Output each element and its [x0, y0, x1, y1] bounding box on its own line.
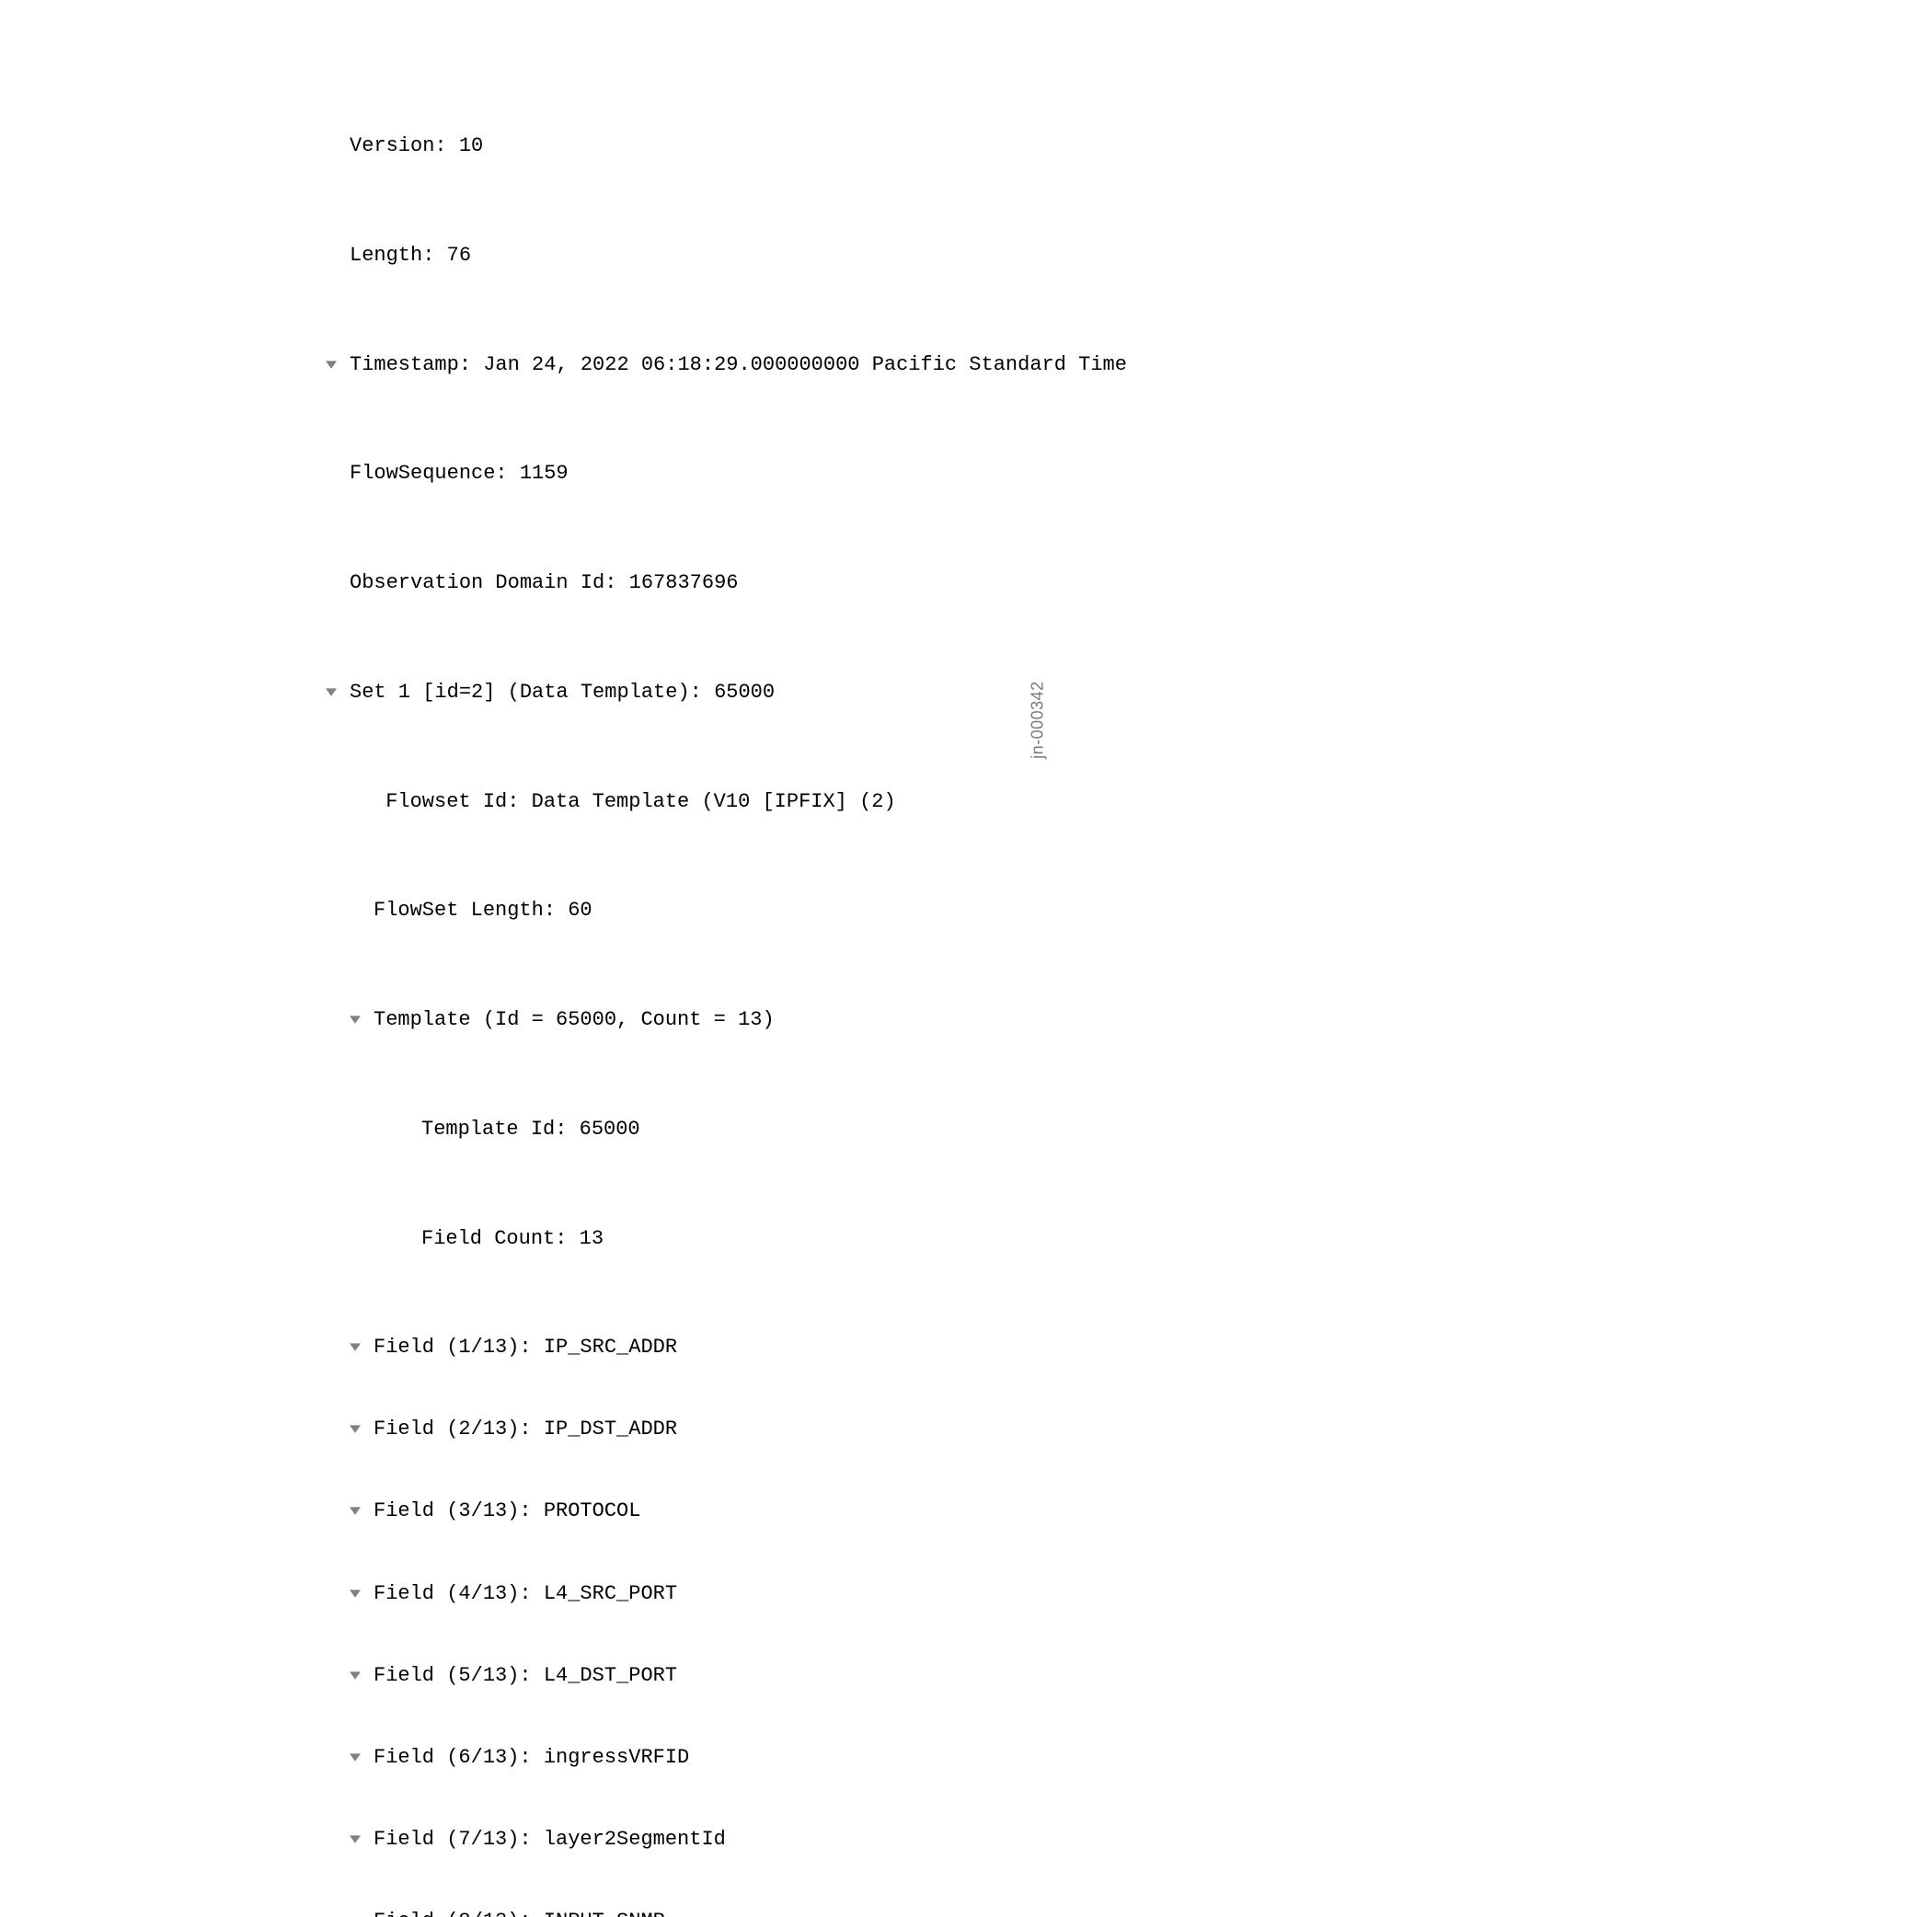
disclosure-triangle-icon[interactable]	[326, 686, 350, 701]
row-timestamp[interactable]: Timestamp: Jan 24, 2022 06:18:29.0000000…	[326, 351, 1127, 379]
field-field-count: Field Count: 13	[421, 1225, 604, 1253]
field-template-id: Template Id: 65000	[421, 1116, 640, 1143]
row-length[interactable]: Length: 76	[326, 242, 1127, 270]
field-obsdomain: Observation Domain Id: 167837696	[350, 569, 738, 597]
disclosure-triangle-icon[interactable]	[350, 1423, 374, 1438]
row-field-7[interactable]: Field (7/13): layer2SegmentId	[326, 1826, 1127, 1854]
field-label: Field (3/13): PROTOCOL	[374, 1498, 640, 1525]
row-field-2[interactable]: Field (2/13): IP_DST_ADDR	[326, 1416, 1127, 1443]
row-field-6[interactable]: Field (6/13): ingressVRFID	[326, 1744, 1127, 1772]
field-label: Field (5/13): L4_DST_PORT	[374, 1662, 677, 1690]
disclosure-triangle-icon[interactable]	[350, 1505, 374, 1520]
row-version[interactable]: Version: 10	[326, 132, 1127, 160]
packet-details-tree: Version: 10 Length: 76 Timestamp: Jan 24…	[326, 51, 1127, 1917]
row-template-id[interactable]: Template Id: 65000	[326, 1116, 1127, 1143]
row-field-5[interactable]: Field (5/13): L4_DST_PORT	[326, 1662, 1127, 1690]
row-field-count[interactable]: Field Count: 13	[326, 1225, 1127, 1253]
field-flowset-length: FlowSet Length: 60	[374, 897, 592, 924]
field-template: Template (Id = 65000, Count = 13)	[374, 1006, 775, 1034]
field-length: Length: 76	[350, 242, 471, 270]
disclosure-triangle-icon[interactable]	[350, 1833, 374, 1848]
row-flowset-id[interactable]: Flowset Id: Data Template (V10 [IPFIX] (…	[326, 788, 1127, 816]
field-version: Version: 10	[350, 132, 483, 160]
disclosure-triangle-icon[interactable]	[326, 359, 350, 373]
row-field-4[interactable]: Field (4/13): L4_SRC_PORT	[326, 1580, 1127, 1608]
disclosure-triangle-icon[interactable]	[350, 1341, 374, 1356]
field-set1: Set 1 [id=2] (Data Template): 65000	[350, 679, 775, 706]
field-label: Field (2/13): IP_DST_ADDR	[374, 1416, 677, 1443]
row-template[interactable]: Template (Id = 65000, Count = 13)	[326, 1006, 1127, 1034]
disclosure-triangle-icon[interactable]	[350, 1670, 374, 1684]
field-label: Field (7/13): layer2SegmentId	[374, 1826, 726, 1854]
field-flowset-id: Flowset Id: Data Template (V10 [IPFIX] (…	[374, 788, 896, 816]
disclosure-triangle-icon[interactable]	[350, 1014, 374, 1028]
row-set1[interactable]: Set 1 [id=2] (Data Template): 65000	[326, 679, 1127, 706]
row-flowset-length[interactable]: FlowSet Length: 60	[326, 897, 1127, 924]
disclosure-triangle-icon[interactable]	[350, 1588, 374, 1602]
field-label: Field (4/13): L4_SRC_PORT	[374, 1580, 677, 1608]
field-flowsequence: FlowSequence: 1159	[350, 460, 569, 488]
disclosure-triangle-icon[interactable]	[350, 1915, 374, 1917]
image-id-watermark: jn-000342	[1027, 681, 1049, 759]
row-field-8[interactable]: Field (8/13): INPUT_SNMP	[326, 1908, 1127, 1917]
field-label: Field (1/13): IP_SRC_ADDR	[374, 1334, 677, 1361]
row-flowsequence[interactable]: FlowSequence: 1159	[326, 460, 1127, 488]
field-timestamp: Timestamp: Jan 24, 2022 06:18:29.0000000…	[350, 351, 1127, 379]
field-label: Field (8/13): INPUT_SNMP	[374, 1908, 665, 1917]
field-label: Field (6/13): ingressVRFID	[374, 1744, 689, 1772]
row-obsdomain[interactable]: Observation Domain Id: 167837696	[326, 569, 1127, 597]
disclosure-triangle-icon[interactable]	[350, 1751, 374, 1766]
row-field-1[interactable]: Field (1/13): IP_SRC_ADDR	[326, 1334, 1127, 1361]
row-field-3[interactable]: Field (3/13): PROTOCOL	[326, 1498, 1127, 1525]
